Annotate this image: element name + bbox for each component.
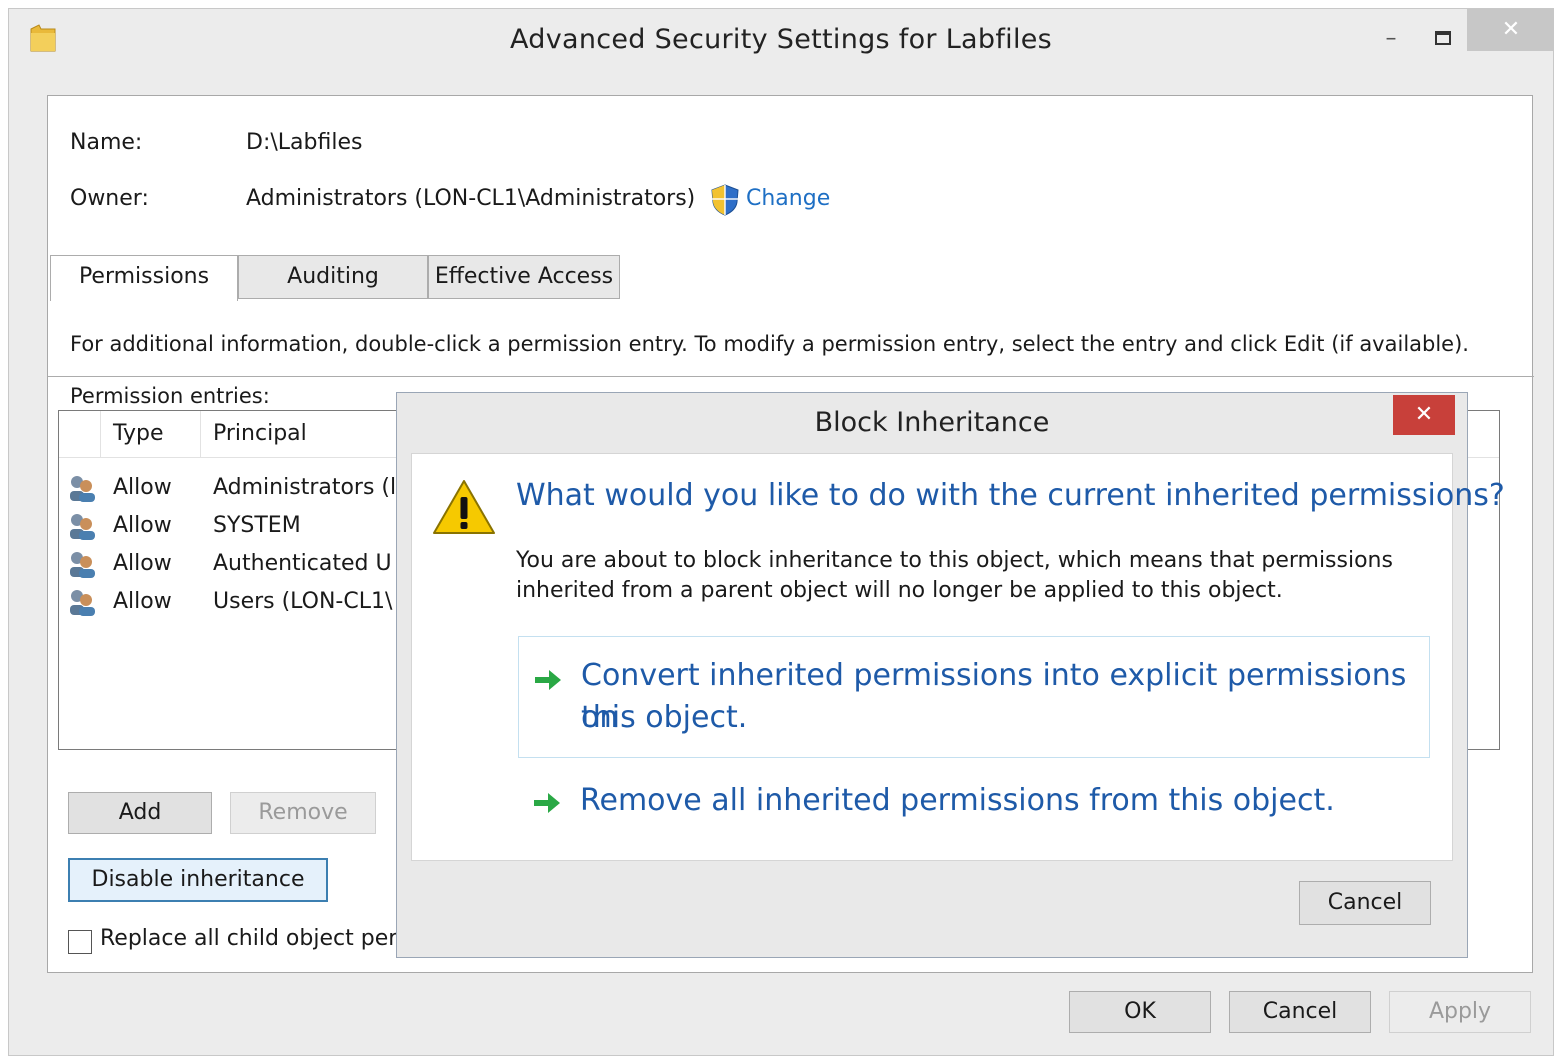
tab-auditing[interactable]: Auditing: [238, 255, 428, 299]
ok-button[interactable]: OK: [1069, 991, 1211, 1033]
window-title: Advanced Security Settings for Labfiles: [509, 24, 1053, 55]
entry-type: Allow: [113, 513, 172, 538]
green-arrow-icon: [535, 670, 561, 690]
dialog-description: You are about to block inheritance to th…: [516, 548, 1393, 603]
tab-divider: [48, 376, 1534, 377]
disable-inheritance-button[interactable]: Disable inheritance: [68, 858, 328, 902]
entry-type: Allow: [113, 551, 172, 576]
users-icon: [70, 514, 95, 540]
tab-permissions[interactable]: Permissions: [50, 255, 238, 301]
entry-type: Allow: [113, 589, 172, 614]
replace-child-permissions-checkbox[interactable]: [68, 930, 92, 954]
users-icon: [70, 590, 95, 616]
maximize-icon: [1435, 31, 1451, 45]
apply-button[interactable]: Apply: [1389, 991, 1531, 1033]
entry-principal: SYSTEM: [213, 513, 301, 538]
green-arrow-icon: [534, 793, 560, 813]
cancel-button[interactable]: Cancel: [1229, 991, 1371, 1033]
add-button[interactable]: Add: [68, 792, 212, 834]
dialog-cancel-button[interactable]: Cancel: [1299, 881, 1431, 925]
name-label: Name:: [70, 130, 143, 155]
maximize-button[interactable]: [1423, 19, 1463, 59]
change-owner-link[interactable]: Change: [746, 186, 830, 211]
convert-option-line2: this object.: [581, 700, 748, 735]
replace-child-permissions-label: Replace all child object perm: [100, 926, 419, 951]
convert-inherited-option[interactable]: Convert inherited permissions into expli…: [518, 636, 1430, 758]
remove-option-text: Remove all inherited permissions from th…: [580, 783, 1335, 818]
block-inheritance-dialog: Block Inheritance ✕ What would you like …: [396, 392, 1505, 958]
entry-type: Allow: [113, 475, 172, 500]
window-close-button[interactable]: ✕: [1467, 9, 1554, 51]
entry-principal: Administrators (l: [213, 475, 397, 500]
owner-value: Administrators (LON-CL1\Administrators): [246, 186, 696, 211]
instructions-text: For additional information, double-click…: [70, 332, 1469, 356]
minimize-button[interactable]: –: [1371, 19, 1411, 59]
users-icon: [70, 552, 95, 578]
entry-principal: Authenticated U: [213, 551, 392, 576]
owner-label: Owner:: [70, 186, 149, 211]
remove-button[interactable]: Remove: [230, 792, 376, 834]
remove-inherited-option[interactable]: Remove all inherited permissions from th…: [518, 770, 1430, 834]
users-icon: [70, 476, 95, 502]
dialog-close-button[interactable]: ✕: [1393, 395, 1455, 435]
uac-shield-icon: [711, 184, 739, 216]
name-value: D:\Labfiles: [246, 130, 363, 155]
tab-effective-access[interactable]: Effective Access: [428, 255, 620, 299]
dialog-question: What would you like to do with the curre…: [516, 478, 1505, 513]
column-header-icon[interactable]: [59, 411, 101, 457]
permission-entries-label: Permission entries:: [70, 384, 270, 408]
dialog-body: What would you like to do with the curre…: [411, 453, 1505, 861]
warning-icon: [433, 480, 495, 534]
dialog-title: Block Inheritance: [814, 407, 1050, 438]
column-header-type[interactable]: Type: [101, 411, 201, 457]
entry-principal: Users (LON-CL1\: [213, 589, 393, 614]
